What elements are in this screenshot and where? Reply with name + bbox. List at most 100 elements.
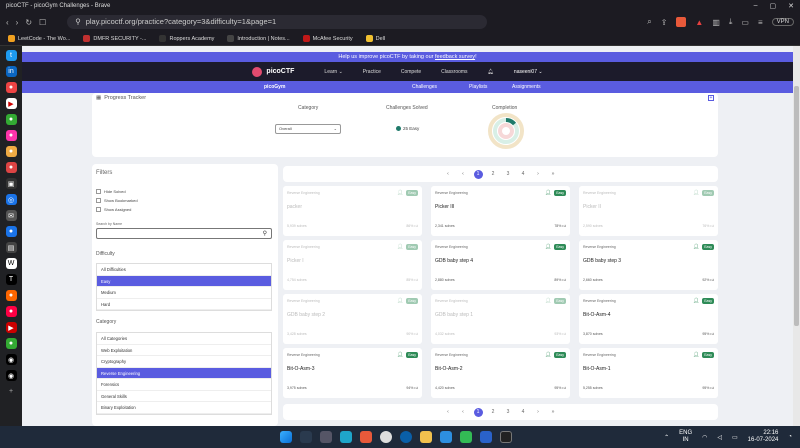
category-option[interactable]: Web Exploitation — [97, 345, 271, 356]
feedback-link[interactable]: feedback survey — [435, 54, 475, 60]
category-option[interactable]: Binary Exploitation — [97, 402, 271, 414]
challenge-card[interactable]: Reverse Engineering 👤︎ Easy Picker I 4,754 s… — [283, 240, 422, 290]
site-logo[interactable]: picoCTF — [252, 66, 294, 77]
app-icon[interactable]: ● — [5, 162, 17, 173]
app-icon[interactable]: T — [5, 274, 17, 285]
brave-icon[interactable] — [360, 431, 372, 443]
wallet-icon[interactable]: ▭ — [741, 18, 749, 27]
page-button[interactable]: › — [534, 408, 543, 417]
difficulty-option[interactable]: Hard — [97, 299, 271, 310]
task-view-icon[interactable] — [320, 431, 332, 443]
app-icon[interactable]: ● — [5, 338, 17, 349]
bookmark-item[interactable]: Introduction | Notes... — [227, 35, 298, 42]
scrollbar-thumb[interactable] — [794, 86, 799, 326]
add-icon[interactable]: + — [6, 386, 17, 397]
category-option[interactable]: All Categories — [97, 333, 271, 345]
app-icon[interactable] — [460, 431, 472, 443]
tray-chevron-icon[interactable]: ⌃ — [664, 434, 669, 441]
app-icon[interactable]: ▤ — [5, 242, 17, 253]
chrome-icon[interactable] — [380, 431, 392, 443]
challenge-card[interactable]: Reverse Engineering 👤︎ Easy Picker II 2,590 … — [579, 186, 718, 236]
download-icon[interactable]: ⤓ — [729, 17, 733, 27]
file-explorer-icon[interactable] — [420, 431, 432, 443]
site-info-icon[interactable]: ⚲ — [75, 15, 81, 29]
difficulty-option[interactable]: Medium — [97, 287, 271, 299]
app-icon[interactable]: ▣ — [5, 178, 17, 189]
search-icon[interactable]: ⌕ — [647, 17, 651, 27]
bookmark-item[interactable]: McAfee Security — [302, 35, 362, 42]
challenge-card[interactable]: Reverse Engineering 👤︎ Easy Bit-O-Asm-2 4,42… — [431, 348, 570, 398]
nav-learn[interactable]: Learn ⌄ — [324, 69, 342, 75]
notification-bell-icon[interactable]: 🔔︎ — [488, 69, 494, 75]
url-bar[interactable]: ⚲ play.picoctf.org/practice?category=3&d… — [67, 15, 488, 29]
app-icon[interactable]: ● — [5, 290, 17, 301]
user-menu[interactable]: naseeni07 ⌄ — [514, 69, 543, 75]
edge-icon[interactable] — [340, 431, 352, 443]
clock[interactable]: 22:16 16-07-2024 — [748, 430, 779, 444]
wifi-icon[interactable]: ◠ — [702, 434, 707, 441]
terminal-icon[interactable] — [500, 431, 512, 443]
app-icon[interactable]: ● — [5, 226, 17, 237]
linkedin-icon[interactable]: in — [5, 66, 17, 77]
category-option[interactable]: Cryptography — [97, 356, 271, 368]
hide-solved-checkbox[interactable]: Hide Solved — [96, 189, 126, 194]
page-button[interactable]: 4 — [519, 170, 528, 179]
menu-icon[interactable]: ≡ — [758, 18, 763, 27]
page-button[interactable]: 1 — [473, 169, 483, 179]
page-button[interactable]: » — [549, 408, 558, 417]
page-scrollbar[interactable] — [793, 46, 800, 426]
challenge-card[interactable]: Reverse Engineering 👤︎ Easy Bit-O-Asm-3 3,97… — [283, 348, 422, 398]
search-input[interactable]: ⚲ — [96, 228, 272, 239]
maximize-icon[interactable]: ▢ — [770, 2, 777, 10]
nav-practice[interactable]: Practice — [363, 69, 381, 75]
minimize-icon[interactable]: – — [754, 2, 758, 10]
dell-icon[interactable] — [400, 431, 412, 443]
challenge-card[interactable]: Reverse Engineering 👤︎ Easy Picker III 2,341… — [431, 186, 570, 236]
page-button[interactable]: › — [534, 170, 543, 179]
nav-compete[interactable]: Compete — [401, 69, 421, 75]
bookmark-item[interactable]: DMFR SECURITY -... — [83, 35, 155, 42]
tab-playlists[interactable]: Playlists — [469, 84, 487, 90]
forward-icon[interactable]: › — [16, 18, 19, 27]
category-option[interactable]: Reverse Engineering — [97, 367, 271, 379]
wikipedia-icon[interactable]: W — [5, 258, 17, 269]
category-option[interactable]: Forensics — [97, 379, 271, 391]
share-icon[interactable]: ⇪ — [661, 18, 668, 27]
virtualbox-icon[interactable] — [480, 431, 492, 443]
language-indicator[interactable]: ENG IN — [679, 430, 692, 444]
youtube-icon[interactable]: ▶ — [5, 322, 17, 333]
page-button[interactable]: 1 — [473, 407, 483, 417]
category-select[interactable]: Overall ⌄ — [275, 124, 341, 134]
tab-assignments[interactable]: Assignments — [512, 84, 541, 90]
page-button[interactable]: ‹ — [459, 170, 468, 179]
chrome-icon[interactable]: ◎ — [5, 194, 17, 205]
vpn-button[interactable]: VPN — [771, 18, 794, 26]
page-button[interactable]: 3 — [504, 170, 513, 179]
challenge-card[interactable]: Reverse Engineering 👤︎ Easy Bit-O-Asm-1 5,25… — [579, 348, 718, 398]
challenge-card[interactable]: Reverse Engineering 👤︎ Easy Bit-O-Asm-4 3,87… — [579, 294, 718, 344]
challenge-card[interactable]: Reverse Engineering 👤︎ Easy GDB baby step 4… — [431, 240, 570, 290]
challenge-card[interactable]: Reverse Engineering 👤︎ Easy GDB baby step 3… — [579, 240, 718, 290]
bookmark-item[interactable]: LeetCode - The Wo... — [8, 35, 79, 42]
category-option[interactable]: General Skills — [97, 391, 271, 402]
show-bookmarked-checkbox[interactable]: Show Bookmarked — [96, 198, 138, 203]
page-button[interactable]: ‹ — [459, 408, 468, 417]
bookmark-item[interactable]: Dell — [365, 35, 394, 42]
notification-icon[interactable]: ◔ — [788, 434, 792, 440]
page-button[interactable]: » — [549, 170, 558, 179]
challenge-card[interactable]: Reverse Engineering 👤︎ Easy GDB baby step 1… — [431, 294, 570, 344]
app-icon[interactable]: ● — [5, 146, 17, 157]
page-button[interactable]: 2 — [489, 170, 498, 179]
nav-classrooms[interactable]: Classrooms — [441, 69, 467, 75]
start-icon[interactable] — [280, 431, 292, 443]
app-icon[interactable]: ● — [5, 306, 17, 317]
app-icon[interactable]: ● — [5, 114, 17, 125]
close-icon[interactable]: ✕ — [788, 2, 794, 10]
picogym-brand[interactable]: picoGym — [264, 84, 285, 90]
app-icon[interactable]: ● — [5, 130, 17, 141]
sidebar-icon[interactable]: ▥ — [712, 18, 720, 27]
github-icon[interactable]: ◉ — [5, 370, 17, 381]
brave-shield-icon[interactable] — [676, 17, 687, 27]
collapse-icon[interactable]: + — [708, 95, 714, 101]
warning-icon[interactable]: ▲ — [695, 18, 703, 27]
